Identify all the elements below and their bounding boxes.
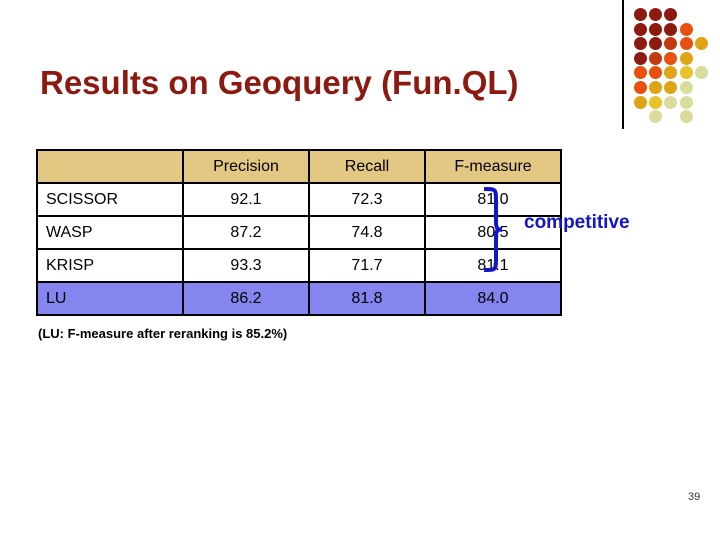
decorative-dot (634, 66, 647, 80)
cell-recall: 74.8 (308, 215, 426, 250)
table-row: WASP 87.2 74.8 80.5 (36, 215, 562, 250)
table-header: Precision Recall F-measure (36, 149, 562, 184)
cell-system: KRISP (36, 248, 184, 283)
table-header-row: Precision Recall F-measure (36, 149, 562, 184)
table-body: SCISSOR 92.1 72.3 81.0 WASP 87.2 74.8 80… (36, 182, 562, 316)
decorative-vertical-rule (622, 0, 624, 129)
decorative-dot (664, 95, 678, 109)
grouping-bracket-icon (484, 187, 502, 272)
table-row-highlighted: LU 86.2 81.8 84.0 (36, 281, 562, 316)
cell-precision: 92.1 (182, 182, 310, 217)
decorative-dot (649, 8, 663, 21)
decorative-dot (679, 81, 693, 94)
decorative-dot (634, 8, 647, 21)
decorative-dot (664, 51, 678, 65)
cell-precision: 86.2 (182, 281, 310, 316)
decorative-dot-matrix (634, 8, 714, 126)
slide-canvas: Results on Geoquery (Fun.QL) Precision R… (0, 0, 720, 540)
decorative-dot (634, 22, 647, 36)
table-header-cell-recall: Recall (308, 149, 426, 184)
decorative-dot (664, 22, 678, 36)
cell-recall: 72.3 (308, 182, 426, 217)
page-title: Results on Geoquery (Fun.QL) (40, 64, 519, 101)
cell-system: WASP (36, 215, 184, 250)
cell-recall: 71.7 (308, 248, 426, 283)
cell-system: LU (36, 281, 184, 316)
footnote-text: (LU: F-measure after reranking is 85.2%) (38, 326, 288, 341)
decorative-dot (649, 66, 663, 80)
decorative-dot (649, 51, 663, 65)
decorative-dot (664, 37, 678, 51)
decorative-dot (664, 8, 678, 21)
decorative-dot (649, 110, 663, 124)
table-row: SCISSOR 92.1 72.3 81.0 (36, 182, 562, 217)
decorative-dot (679, 51, 693, 65)
page-number: 39 (688, 491, 701, 503)
decorative-dot (649, 81, 663, 94)
decorative-dot (679, 66, 693, 80)
cell-recall: 81.8 (308, 281, 426, 316)
table-row: KRISP 93.3 71.7 81.1 (36, 248, 562, 283)
decorative-dot (634, 95, 647, 109)
decorative-dot (664, 66, 678, 80)
table-header-cell-precision: Precision (182, 149, 310, 184)
decorative-dot (634, 37, 647, 51)
decorative-dot (634, 51, 647, 65)
table-header-cell-fmeasure: F-measure (424, 149, 562, 184)
decorative-dot (649, 22, 663, 36)
decorative-dot (679, 22, 693, 36)
decorative-dot (694, 66, 708, 80)
competitive-annotation-label: competitive (524, 212, 630, 233)
decorative-dot (634, 81, 647, 94)
decorative-dot (649, 37, 663, 51)
decorative-dot (649, 95, 663, 109)
table-header-cell-system (36, 149, 184, 184)
cell-precision: 93.3 (182, 248, 310, 283)
cell-system: SCISSOR (36, 182, 184, 217)
decorative-dot (679, 95, 693, 109)
decorative-dot (694, 37, 708, 51)
decorative-dot (664, 81, 678, 94)
cell-precision: 87.2 (182, 215, 310, 250)
cell-fmeasure: 84.0 (424, 281, 562, 316)
decorative-dot (679, 37, 693, 51)
decorative-dot (679, 110, 693, 124)
